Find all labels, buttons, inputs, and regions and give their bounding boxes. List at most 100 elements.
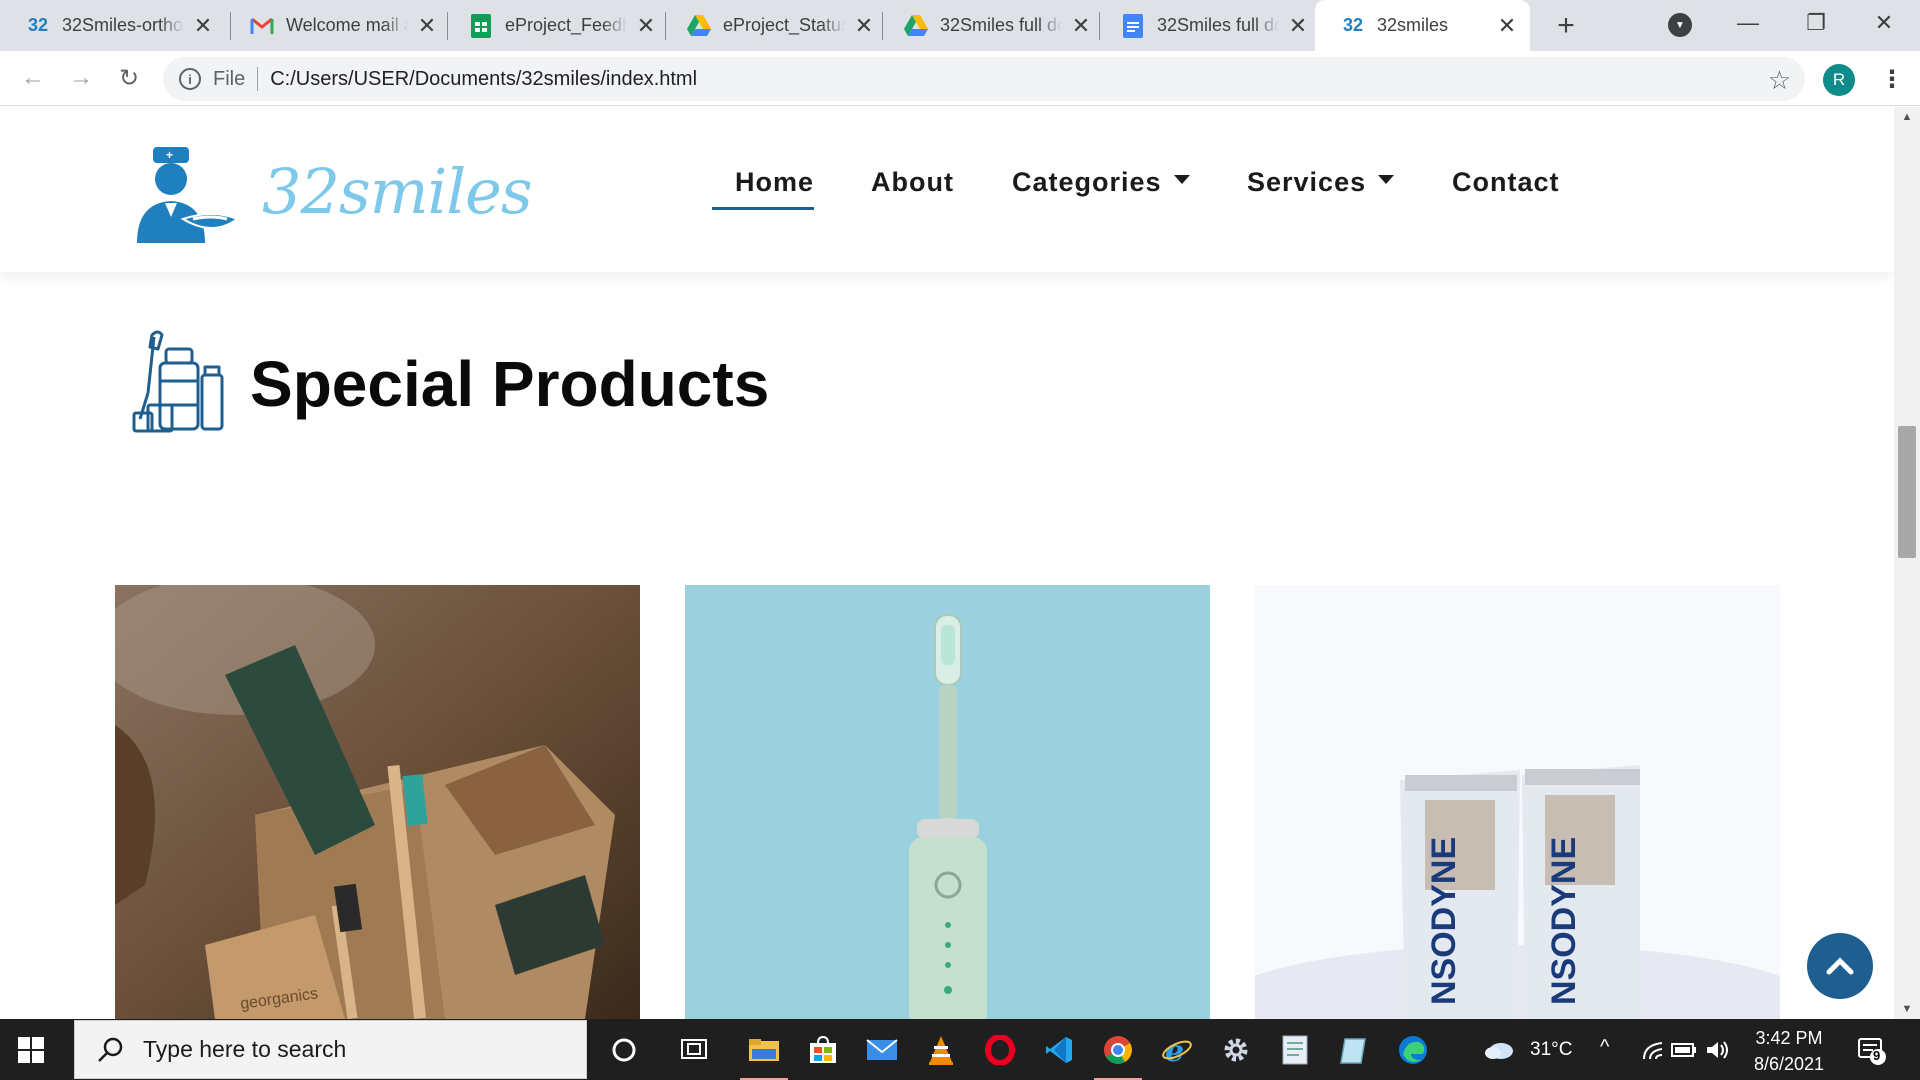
nav-categories-label: Categories <box>1012 167 1162 197</box>
close-icon[interactable]: ✕ <box>853 13 875 38</box>
product-card-electric-toothbrush[interactable] <box>685 585 1210 1019</box>
settings-gear-icon[interactable] <box>1218 1032 1254 1068</box>
battery-icon[interactable] <box>1666 1032 1702 1068</box>
notepad-icon[interactable] <box>1336 1032 1372 1068</box>
windows-start-icon[interactable] <box>18 1037 44 1063</box>
clock-time: 3:42 PM <box>1755 1028 1823 1048</box>
bookmark-star-icon[interactable]: ☆ <box>1768 65 1791 96</box>
weather-temperature[interactable]: 31°C <box>1530 1039 1572 1061</box>
nav-services-label: Services <box>1247 167 1367 197</box>
tab-title: eProject_Feedback <box>505 15 627 35</box>
nav-about[interactable]: About <box>871 167 954 198</box>
close-icon[interactable]: ✕ <box>416 13 438 38</box>
nav-home[interactable]: Home <box>711 167 815 210</box>
document-viewer-icon[interactable] <box>1277 1032 1313 1068</box>
tab-search-icon[interactable]: ▼ <box>1668 13 1692 37</box>
tab-32smiles-doc-drive[interactable]: 32Smiles full doc ✕ <box>878 0 1104 51</box>
tab-32smiles-orthodontic[interactable]: 32 32Smiles-orthodontic ✕ <box>0 0 226 51</box>
close-window-icon[interactable]: ✕ <box>1854 0 1914 45</box>
search-placeholder: Type here to search <box>143 1036 347 1062</box>
nav-categories[interactable]: Categories <box>1012 167 1190 198</box>
drive-icon <box>687 14 711 38</box>
close-icon[interactable]: ✕ <box>1070 13 1092 38</box>
site-32-favicon: 32 <box>1342 15 1364 35</box>
reload-icon[interactable]: ↻ <box>112 61 146 95</box>
cortana-icon[interactable] <box>606 1032 642 1068</box>
tab-title: 32Smiles-orthodontic <box>62 15 184 35</box>
chevron-up-icon <box>1826 957 1854 975</box>
volume-icon[interactable] <box>1700 1032 1736 1068</box>
site-header: + 32smiles Home About Categories Service… <box>0 107 1894 272</box>
info-icon[interactable]: i <box>179 68 201 90</box>
back-icon[interactable]: ← <box>16 61 50 95</box>
product-card-bamboo-toothbrush[interactable]: georganics <box>115 585 640 1019</box>
notifications-icon[interactable]: 9 <box>1856 1035 1886 1065</box>
product-image-bamboo-toothbrush: georganics <box>115 585 640 1019</box>
task-view-icon[interactable] <box>676 1032 712 1068</box>
taskbar-search-box[interactable]: Type here to search <box>74 1020 587 1079</box>
tab-eproject-status[interactable]: eProject_Status ✕ <box>661 0 887 51</box>
dentist-logo-icon: + <box>137 147 240 243</box>
back-to-top-button[interactable] <box>1807 933 1873 999</box>
internet-explorer-icon[interactable]: e <box>1159 1032 1195 1068</box>
minimize-icon[interactable]: — <box>1718 0 1778 45</box>
file-explorer-icon[interactable] <box>740 1032 788 1080</box>
new-tab-button[interactable]: + <box>1548 8 1584 44</box>
restore-icon[interactable]: ❐ <box>1786 0 1846 45</box>
product-image-toothpaste: NSODYNE NSODYNE <box>1255 585 1780 1019</box>
address-url[interactable]: C:/Users/USER/Documents/32smiles/index.h… <box>270 68 697 91</box>
browser-menu-icon[interactable]: ⋮ <box>1880 65 1904 94</box>
taskbar-clock[interactable]: 3:42 PM 8/6/2021 <box>1748 1025 1830 1077</box>
vlc-icon[interactable] <box>923 1032 959 1068</box>
chrome-icon[interactable] <box>1094 1032 1142 1080</box>
logo-wordmark: 32smiles <box>262 155 533 228</box>
clock-date: 8/6/2021 <box>1753 1054 1825 1074</box>
docs-icon <box>1121 13 1145 38</box>
edge-icon[interactable] <box>1395 1032 1431 1068</box>
weather-cloud-icon <box>1482 1032 1518 1068</box>
scroll-up-icon[interactable]: ▲ <box>1894 107 1920 127</box>
tab-strip: 32 32Smiles-orthodontic ✕ Welcome mail a… <box>0 0 1920 51</box>
mail-icon[interactable] <box>864 1032 900 1068</box>
page-viewport: + 32smiles Home About Categories Service… <box>0 107 1894 1019</box>
address-bar[interactable]: i File C:/Users/USER/Documents/32smiles/… <box>163 57 1805 101</box>
page-scrollbar[interactable]: ▲ ▼ <box>1894 107 1920 1019</box>
section-title: Special Products <box>250 348 770 420</box>
vscode-icon[interactable] <box>1041 1032 1077 1068</box>
chevron-down-icon <box>1173 175 1190 185</box>
close-icon[interactable]: ✕ <box>635 13 657 38</box>
address-scheme: File <box>213 67 246 90</box>
browser-toolbar: ← → ↻ i File C:/Users/USER/Documents/32s… <box>0 51 1920 106</box>
sheets-icon <box>469 13 493 38</box>
close-icon[interactable]: ✕ <box>192 13 214 38</box>
search-icon <box>98 1037 123 1062</box>
nav-services[interactable]: Services <box>1247 167 1395 198</box>
tab-title: 32smiles <box>1377 15 1449 35</box>
chevron-up-icon[interactable]: ^ <box>1600 1036 1609 1059</box>
chevron-down-icon <box>1378 175 1395 185</box>
close-icon[interactable]: ✕ <box>1287 13 1309 38</box>
forward-icon[interactable]: → <box>64 61 98 95</box>
scrollbar-thumb[interactable] <box>1898 426 1916 558</box>
close-icon[interactable]: ✕ <box>1496 13 1518 38</box>
product-card-toothpaste[interactable]: NSODYNE NSODYNE <box>1255 585 1780 1019</box>
tab-eproject-feedback[interactable]: eProject_Feedback ✕ <box>443 0 669 51</box>
tab-32smiles-active[interactable]: 32 32smiles ✕ <box>1315 0 1530 51</box>
opera-icon[interactable] <box>982 1032 1018 1068</box>
svg-text:e: e <box>1165 1034 1184 1066</box>
toothpaste-brand-label: NSODYNE <box>1545 837 1583 1005</box>
svg-text:+: + <box>166 148 173 162</box>
tab-32smiles-doc[interactable]: 32Smiles full doc ✕ <box>1095 0 1321 51</box>
toothpaste-brand-label: NSODYNE <box>1425 837 1463 1005</box>
tab-title: eProject_Status <box>723 15 845 35</box>
site-32-favicon: 32 <box>27 15 49 35</box>
tab-title: 32Smiles full doc <box>940 15 1062 35</box>
tab-title: Welcome mail and <box>286 15 408 35</box>
profile-avatar[interactable]: R <box>1823 64 1855 96</box>
microsoft-store-icon[interactable] <box>805 1032 841 1068</box>
product-image-electric-toothbrush <box>685 585 1210 1019</box>
nav-contact[interactable]: Contact <box>1452 167 1560 198</box>
tab-gmail[interactable]: Welcome mail and ✕ <box>224 0 450 51</box>
scroll-down-icon[interactable]: ▼ <box>1894 999 1920 1019</box>
notifications-count: 9 <box>1873 1048 1881 1063</box>
